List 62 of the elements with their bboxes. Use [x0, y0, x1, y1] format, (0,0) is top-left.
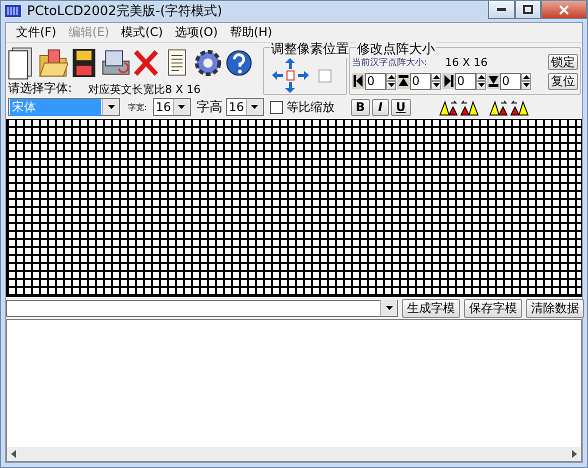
menu-item[interactable]: 选项(O) — [168, 24, 224, 41]
spin-buttons[interactable] — [431, 72, 441, 90]
frame-icon — [317, 68, 333, 84]
caret-icon — [172, 99, 190, 115]
action-button[interactable]: 保存字模 — [464, 298, 522, 318]
reset-button[interactable]: 复位 — [548, 72, 578, 90]
caret-icon — [246, 99, 263, 115]
arrow-left-icon[interactable] — [272, 70, 283, 81]
proportional-label: 等比缩放 — [286, 98, 335, 116]
menu-item[interactable]: 文件(F) — [10, 24, 62, 41]
center-icon — [285, 70, 296, 81]
window-title: PCtoLCD2002完美版-(字符模式) — [27, 3, 224, 20]
maximize-button[interactable] — [515, 1, 541, 19]
char-width-dropdown[interactable]: 16 — [152, 98, 191, 116]
spin-buttons[interactable] — [386, 72, 396, 90]
menu-item[interactable]: 模式(C) — [115, 24, 169, 41]
spin-buttons[interactable] — [476, 72, 486, 90]
close-icon — [559, 4, 569, 14]
ratio-label: 对应英文长宽比8 X 16 — [88, 82, 201, 97]
caret-icon — [380, 300, 397, 316]
lock-button[interactable]: 锁定 — [548, 54, 578, 70]
left-edge-icon[interactable] — [352, 73, 365, 89]
menu-item[interactable]: 帮助(H) — [224, 24, 278, 41]
scroll-right-icon — [572, 450, 577, 458]
caret-icon — [102, 99, 119, 115]
number-field[interactable]: 0 — [500, 72, 521, 90]
top-edge-icon[interactable] — [397, 73, 410, 89]
minimize-button[interactable] — [488, 1, 515, 19]
horizontal-scrollbar[interactable] — [7, 447, 581, 461]
flip-icon[interactable] — [508, 98, 529, 116]
proportional-checkbox[interactable] — [270, 100, 283, 114]
number-field[interactable]: 0 — [455, 72, 476, 90]
arrow-up-icon[interactable] — [285, 58, 296, 69]
char-height-dropdown[interactable]: 16 — [226, 98, 264, 116]
right-edge-icon[interactable] — [442, 73, 455, 89]
spin-buttons[interactable] — [521, 72, 531, 90]
number-field[interactable]: 0 — [410, 72, 431, 90]
minimize-icon — [497, 8, 506, 11]
output-dropdown[interactable] — [6, 300, 398, 316]
arrow-down-icon[interactable] — [285, 82, 296, 93]
current-size-value: 16 X 16 — [445, 56, 488, 68]
current-size-label: 当前汉字点阵大小: — [352, 56, 428, 68]
number-field[interactable]: 0 — [365, 72, 386, 90]
action-button[interactable]: 生成字模 — [402, 298, 460, 318]
scroll-left-icon — [11, 450, 16, 458]
text-style-button[interactable]: B — [350, 98, 370, 116]
text-style-button[interactable]: U — [390, 98, 411, 116]
app-icon — [5, 4, 21, 18]
char-height-label: 字高 — [196, 99, 223, 116]
font-label: 请选择字体: — [8, 80, 72, 97]
close-button[interactable] — [541, 1, 587, 19]
panel-title: 调整像素位置 — [270, 40, 350, 58]
arrow-right-icon[interactable] — [298, 70, 309, 81]
flip-icon[interactable] — [488, 98, 509, 116]
text-style-button[interactable]: I — [372, 98, 389, 116]
bottom-edge-icon[interactable] — [487, 73, 500, 89]
rotate-icon[interactable] — [458, 98, 479, 116]
char-width-label: 字宽: — [128, 102, 147, 112]
maximize-icon — [523, 5, 533, 14]
rotate-icon[interactable] — [438, 98, 459, 116]
action-button[interactable]: 清除数据 — [526, 298, 584, 318]
panel-title: 修改点阵大小 — [356, 40, 436, 58]
